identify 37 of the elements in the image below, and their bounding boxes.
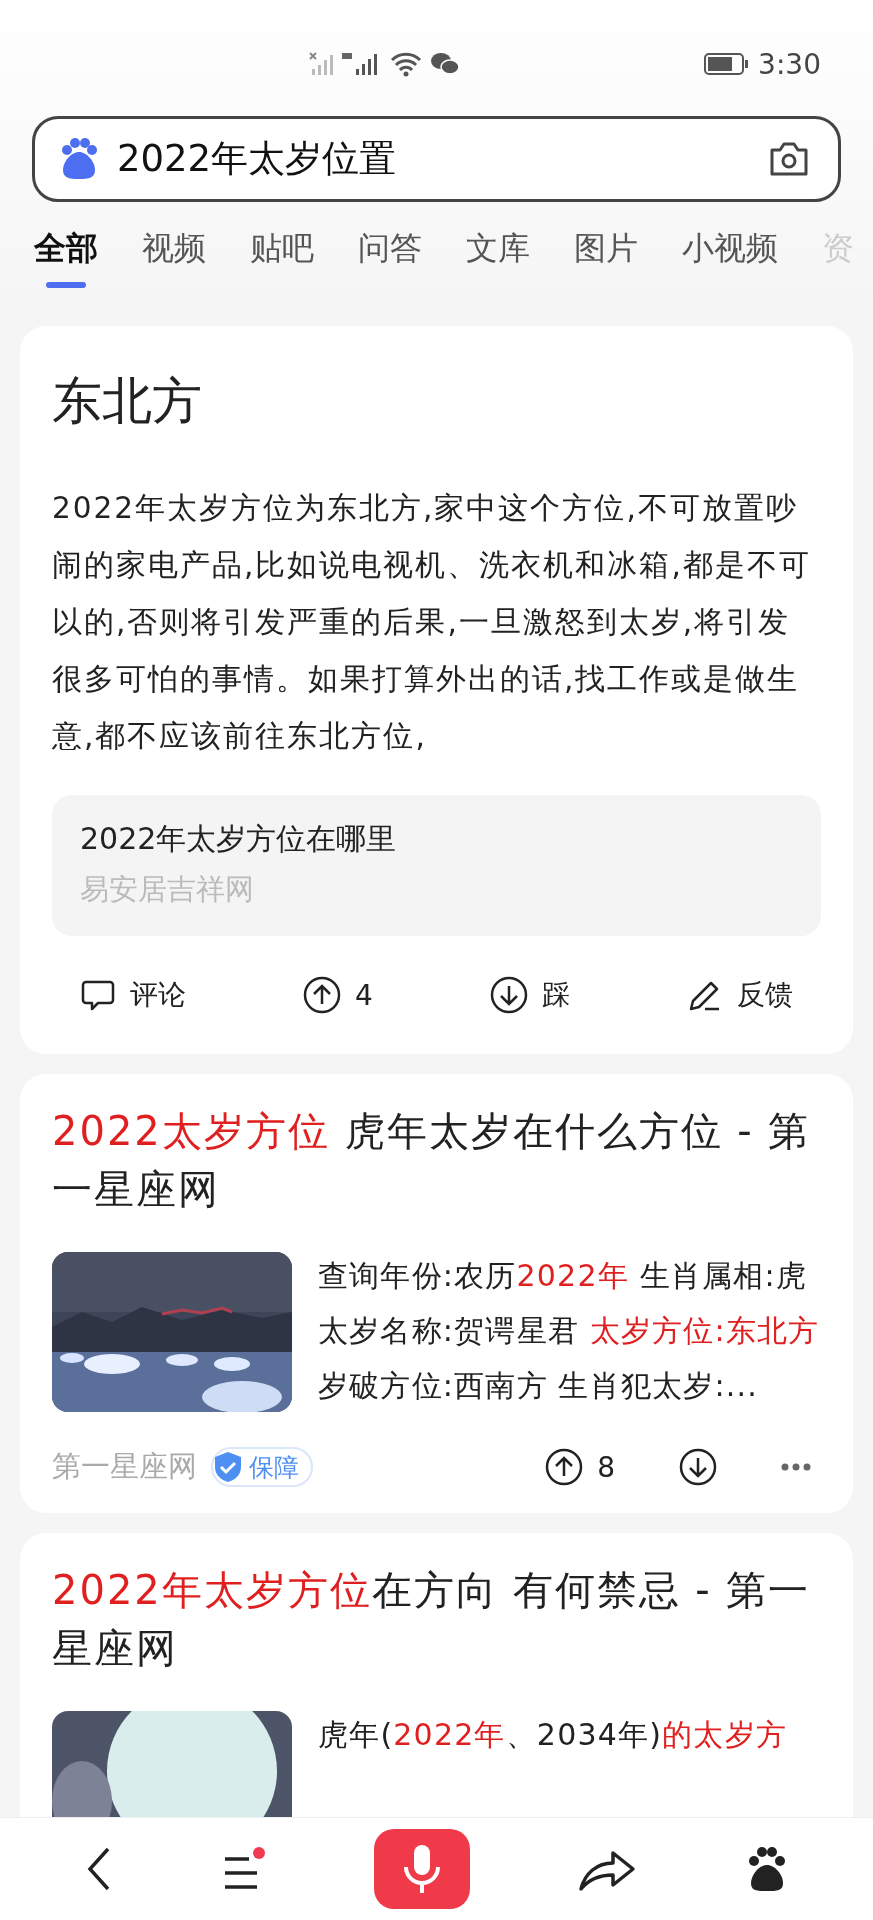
source-link[interactable]: 2022年太岁方位在哪里 易安居吉祥网 [52,795,821,936]
camera-icon[interactable] [768,140,810,178]
result-title-link[interactable]: 2022年太岁方位在方向 有何禁忌 - 第一星座网 [52,1561,821,1677]
tab[interactable]: 全部 [34,226,98,270]
answer-heading: 东北方 [52,371,203,432]
tab[interactable]: 小视频 [682,226,778,270]
tab[interactable]: 文库 [466,226,530,270]
tab[interactable]: 贴吧 [250,226,314,270]
wifi-icon [390,51,422,77]
source-site: 第一星座网 [52,1448,197,1485]
upvote-button[interactable]: 8 [545,1448,615,1486]
shield-check-icon [213,1451,243,1483]
chat-icon [430,51,460,77]
tab[interactable]: 图片 [574,226,638,270]
source-title: 2022年太岁方位在哪里 [80,820,398,858]
tab[interactable]: 视频 [142,226,206,270]
more-icon[interactable] [781,1463,811,1471]
source-site: 易安居吉祥网 [80,871,255,908]
comment-button[interactable]: 评论 [80,976,186,1014]
down-button[interactable]: 踩 [489,976,570,1014]
battery-icon [704,52,751,76]
paw-logo-icon [59,138,99,180]
answer-text: 2022年太岁方位为东北方,家中这个方位,不可放置吵闹的家电产品,比如说电视机、洗衣机和冰箱,都是不可以的,否则将引发严重的后果,一旦激怒到太岁,将引发很多可怕的事情。如果打算外出的话,找工作或是做生意,都不应该前往东北方位, [52,490,812,755]
result-title-link[interactable]: 2022太岁方位 虎年太岁在什么方位 - 第一星座网 [52,1102,821,1218]
up-button[interactable]: 4 [303,976,373,1014]
tab-indicator [46,282,86,288]
result-snippet: 虎年(2022年、2034年)的太岁方 [318,1716,788,1754]
search-field[interactable]: 2022年太岁位置 [32,116,841,202]
voice-search-button[interactable] [373,1829,470,1909]
no-signal-icon [308,51,334,77]
result-snippet: 查询年份:农历2022年 生肖属相:虎太岁名称:贺谔星君 太岁方位:东北方 岁破方位:西南方 生肖犯太岁:... [318,1257,821,1405]
guarantee-badge: 保障 [211,1447,313,1487]
search-field[interactable]: 2022年太岁位置 [117,137,750,181]
feedback-button[interactable]: 反馈 [686,976,793,1014]
microphone-icon [401,1843,442,1895]
tab[interactable]: 问答 [358,226,422,270]
clock-time: 3:30 [758,47,821,81]
